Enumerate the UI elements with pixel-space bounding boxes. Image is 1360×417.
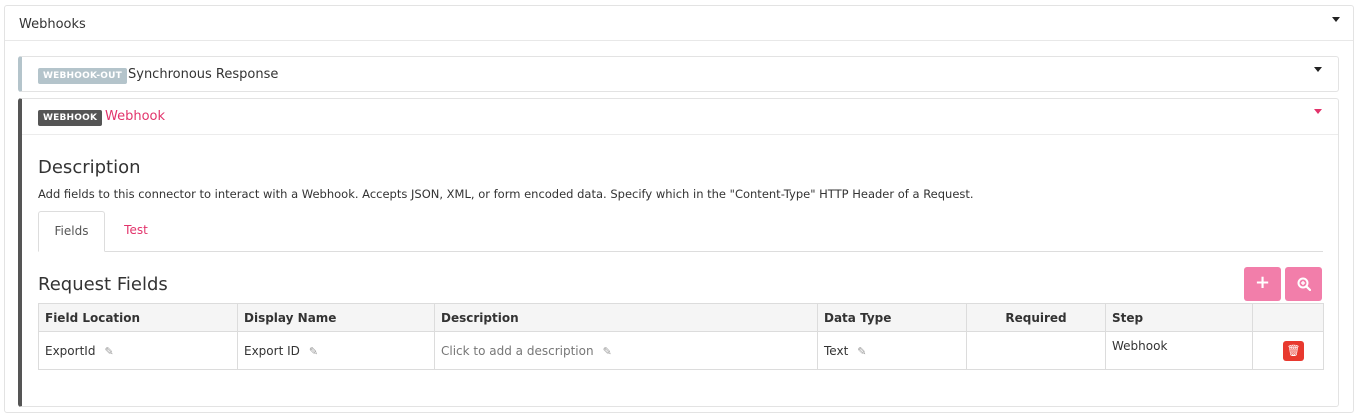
col-step: Step [1105, 303, 1253, 332]
request-fields-heading: Request Fields [38, 274, 168, 295]
request-fields-table: Field Location Display Name Description … [38, 303, 1324, 370]
webhooks-title: Webhooks [19, 17, 86, 32]
col-actions [1252, 303, 1324, 332]
table-header-row: Field Location Display Name Description … [38, 303, 1324, 332]
field-location-value: ExportId [45, 343, 96, 358]
actions-cell: 🗑 [1252, 331, 1324, 370]
col-field-location: Field Location [38, 303, 238, 332]
field-location-cell[interactable]: ExportId ✎ [38, 331, 238, 370]
magnify-plus-icon [1297, 277, 1311, 292]
webhook-badge: WEBHOOK [38, 110, 103, 126]
webhook-out-badge: WEBHOOK-OUT [38, 68, 127, 84]
description-heading: Description [38, 157, 141, 178]
webhooks-header[interactable]: Webhooks [5, 6, 1353, 41]
description-cell[interactable]: Click to add a description ✎ [434, 331, 818, 370]
trash-icon[interactable]: 🗑 [1283, 340, 1304, 361]
sync-response-header[interactable]: WEBHOOK-OUT Synchronous Response [22, 57, 1338, 93]
data-type-value: Text [824, 343, 849, 358]
add-field-button[interactable]: + [1244, 267, 1281, 301]
data-type-cell[interactable]: Text ✎ [817, 331, 967, 370]
pencil-icon[interactable]: ✎ [309, 345, 318, 358]
tab-bar: Fields Test [38, 211, 1323, 252]
inspect-button[interactable] [1285, 267, 1322, 301]
table-row: ExportId ✎ Export ID ✎ Click to add a desc… [38, 331, 1324, 370]
pencil-icon[interactable]: ✎ [857, 345, 866, 358]
webhook-title: Webhook [105, 109, 166, 124]
webhook-panel: WEBHOOK Webhook Description Add fields t… [18, 98, 1339, 407]
chevron-down-icon[interactable] [1314, 67, 1322, 72]
pencil-icon[interactable]: ✎ [104, 345, 113, 358]
chevron-down-icon[interactable] [1314, 109, 1322, 114]
col-display-name: Display Name [237, 303, 435, 332]
sync-response-panel: WEBHOOK-OUT Synchronous Response [18, 56, 1339, 92]
description-placeholder: Click to add a description [441, 343, 594, 358]
pencil-icon[interactable]: ✎ [603, 345, 612, 358]
tab-fields[interactable]: Fields [38, 211, 105, 252]
chevron-down-icon[interactable] [1332, 17, 1340, 22]
webhook-header[interactable]: WEBHOOK Webhook [22, 99, 1338, 135]
col-data-type: Data Type [817, 303, 967, 332]
display-name-cell[interactable]: Export ID ✎ [237, 331, 435, 370]
display-name-value: Export ID [244, 343, 300, 358]
plus-icon: + [1254, 272, 1271, 293]
tab-test[interactable]: Test [106, 211, 166, 252]
col-description: Description [434, 303, 818, 332]
description-text: Add fields to this connector to interact… [38, 187, 974, 201]
sync-response-title: Synchronous Response [128, 67, 279, 82]
step-cell: Webhook [1105, 331, 1253, 370]
col-required: Required [966, 303, 1106, 332]
required-cell[interactable] [966, 331, 1106, 370]
